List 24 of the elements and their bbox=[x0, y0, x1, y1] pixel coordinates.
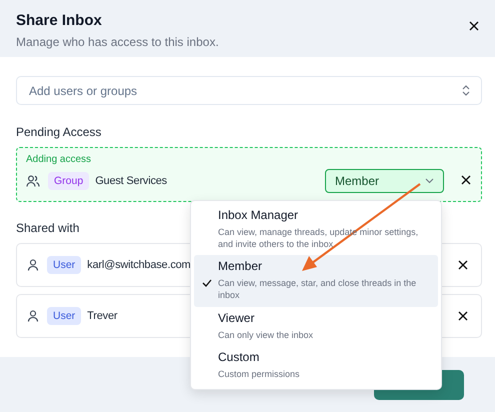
member-name: Trever bbox=[87, 310, 118, 322]
dialog-subtitle: Manage who has access to this inbox. bbox=[16, 35, 219, 49]
chevron-down-icon bbox=[425, 178, 434, 184]
check-icon bbox=[202, 279, 212, 288]
type-badge: User bbox=[47, 256, 82, 274]
type-badge: User bbox=[47, 307, 82, 325]
remove-icon[interactable] bbox=[458, 311, 468, 321]
user-icon bbox=[27, 259, 39, 271]
group-icon bbox=[26, 175, 40, 187]
remove-icon[interactable] bbox=[461, 175, 471, 185]
close-icon[interactable] bbox=[469, 21, 479, 31]
section-heading: Pending Access bbox=[16, 125, 102, 139]
pending-note: Adding access bbox=[26, 154, 92, 165]
member-name: Guest Services bbox=[95, 175, 167, 187]
user-icon bbox=[27, 310, 39, 322]
chevron-updown-icon bbox=[462, 85, 470, 96]
type-badge: Group bbox=[48, 172, 90, 190]
member-name: karl@switchbase.com bbox=[87, 259, 191, 271]
remove-icon[interactable] bbox=[458, 260, 468, 270]
dialog-title: Share Inbox bbox=[16, 12, 103, 29]
role-select[interactable]: Member bbox=[325, 169, 444, 193]
section-heading: Shared with bbox=[16, 221, 80, 235]
search-field[interactable]: Add users or groups bbox=[16, 76, 482, 105]
menu-item[interactable]: Member Can view, message, star, and close threads in the inbox bbox=[194, 255, 438, 307]
